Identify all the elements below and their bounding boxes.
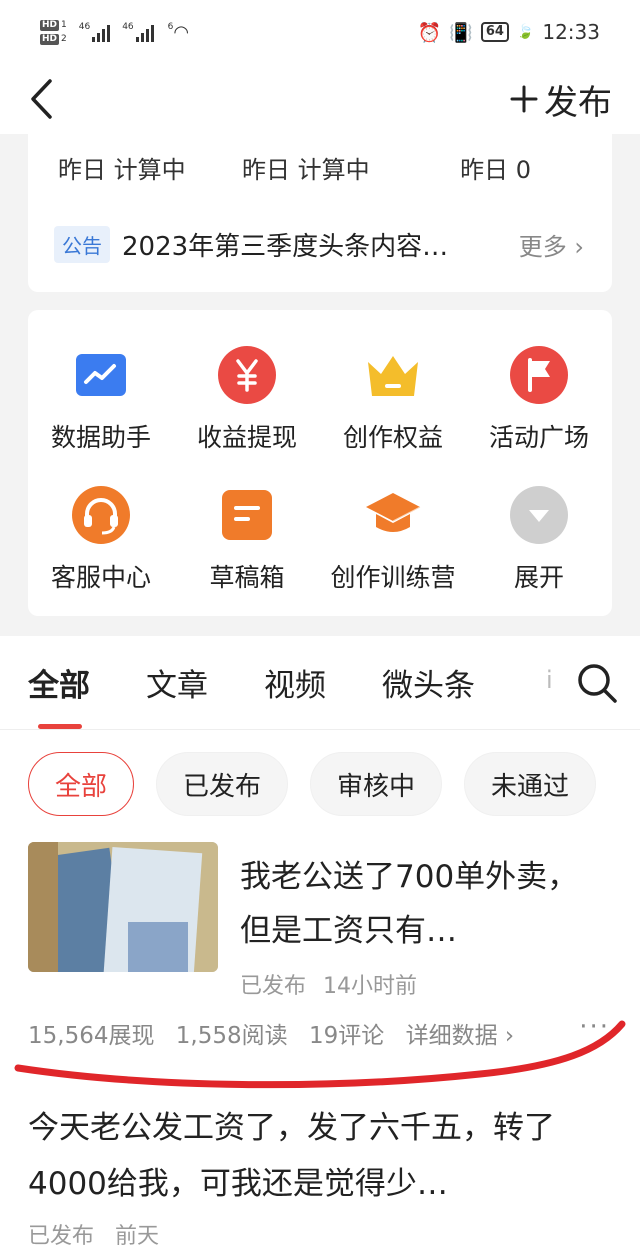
filter-rejected[interactable]: 未通过	[464, 752, 597, 816]
publish-button[interactable]: 发布	[510, 75, 612, 124]
article-stats: 15,564展现 1,558阅读 19评论 详细数据 ›	[28, 1016, 528, 1050]
chevron-right-icon: ›	[574, 233, 584, 261]
vibrate-icon: 📳	[449, 21, 473, 44]
tab-weitoutiao[interactable]: 微头条	[382, 660, 475, 705]
tool-drafts[interactable]: 草稿箱	[174, 472, 320, 612]
yuan-icon	[218, 346, 276, 404]
signal-icon-2: 46	[122, 22, 154, 42]
comments: 19评论	[308, 1023, 385, 1049]
status-filters: 全部 已发布 审核中 未通过	[0, 730, 640, 816]
battery-icon: 64	[480, 22, 509, 42]
tool-customer-service[interactable]: 客服中心	[28, 472, 174, 612]
tools-card: 数据助手 收益提现 创作权益 活动广场 客服中心 草稿箱 创作训练营 展开	[28, 310, 612, 616]
article-meta: 已发布 前天	[28, 1218, 618, 1248]
tool-expand[interactable]: 展开	[466, 472, 612, 612]
status-bar: HD 1 HD 2 46 46 6◠ ⏰ 📳 64 🍃 12:33	[0, 0, 640, 64]
content-section: 全部 文章 视频 微头条 i 全部 已发布 审核中 未通过 我老公送了700单外…	[0, 636, 640, 1248]
more-link[interactable]: 更多 ›	[519, 227, 584, 262]
tab-articles[interactable]: 文章	[146, 660, 208, 705]
impressions: 15,564展现	[28, 1023, 155, 1049]
filter-reviewing[interactable]: 审核中	[310, 752, 443, 816]
overview-card: 昨日 计算中 昨日 计算中 昨日 0 公告 2023年第三季度头条内容… 更多 …	[28, 134, 612, 292]
article-thumbnail	[28, 842, 218, 972]
chart-icon	[72, 346, 130, 404]
article-item[interactable]: 今天老公发工资了，发了六千五，转了4000给我，可我还是觉得少… 已发布 前天	[28, 1100, 618, 1248]
filter-all[interactable]: 全部	[28, 752, 135, 816]
plus-icon	[510, 85, 538, 113]
reads: 1,558阅读	[175, 1023, 288, 1049]
hd-indicator: HD 1 HD 2	[40, 19, 67, 45]
tab-overflow: i	[546, 666, 553, 694]
expand-icon	[510, 486, 568, 544]
stat-item: 昨日 计算中	[58, 156, 186, 184]
filter-published[interactable]: 已发布	[156, 752, 289, 816]
tool-data-assistant[interactable]: 数据助手	[28, 332, 174, 472]
details-link[interactable]: 详细数据 ›	[406, 1023, 515, 1049]
article-time: 前天	[115, 1224, 160, 1248]
stat-item: 昨日 0	[460, 156, 531, 184]
tool-activity-plaza[interactable]: 活动广场	[466, 332, 612, 472]
graduation-cap-icon	[364, 486, 422, 544]
crown-icon	[364, 346, 422, 404]
leaf-icon: 🍃	[516, 24, 535, 40]
more-options-icon[interactable]: ···	[579, 1012, 610, 1042]
search-icon[interactable]	[576, 662, 618, 704]
article-status: 已发布	[28, 1224, 95, 1248]
article-meta: 已发布 14小时前	[240, 968, 417, 1000]
alarm-icon: ⏰	[417, 21, 442, 44]
back-icon[interactable]	[28, 78, 54, 120]
notice-bar[interactable]: 公告 2023年第三季度头条内容… 更多 ›	[54, 226, 584, 263]
wifi-icon: 6◠	[167, 21, 190, 43]
tool-withdraw[interactable]: 收益提现	[174, 332, 320, 472]
content-tabs: 全部 文章 视频 微头条 i	[0, 636, 640, 730]
article-title[interactable]: 今天老公发工资了，发了六千五，转了4000给我，可我还是觉得少…	[28, 1100, 618, 1212]
tab-all[interactable]: 全部	[28, 660, 90, 729]
article-status: 已发布	[240, 974, 307, 999]
clock: 12:33	[542, 20, 600, 44]
tool-creator-rights[interactable]: 创作权益	[320, 332, 466, 472]
notice-badge: 公告	[54, 226, 110, 263]
flag-icon	[510, 346, 568, 404]
signal-icon: 46	[79, 22, 111, 42]
tab-videos[interactable]: 视频	[264, 660, 326, 705]
stat-item: 昨日 计算中	[242, 156, 370, 184]
draft-icon	[218, 486, 276, 544]
article-title[interactable]: 我老公送了700单外卖，但是工资只有…	[240, 850, 600, 958]
notice-text[interactable]: 2023年第三季度头条内容…	[122, 226, 477, 263]
top-nav: 发布	[0, 64, 640, 134]
headset-icon	[72, 486, 130, 544]
article-time: 14小时前	[323, 974, 418, 999]
tool-training-camp[interactable]: 创作训练营	[320, 472, 466, 612]
